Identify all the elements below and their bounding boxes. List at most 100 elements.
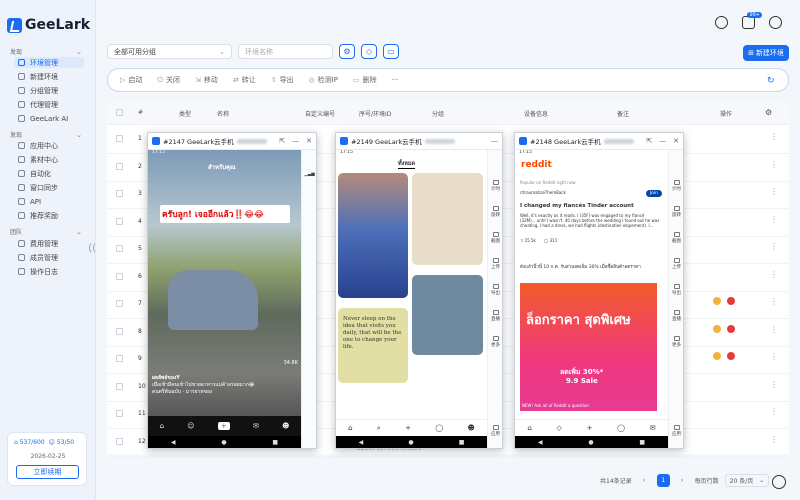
create-icon[interactable]: + xyxy=(217,422,230,430)
env-name-input[interactable]: 环境名称 xyxy=(238,44,333,59)
sidebar-item-new-env[interactable]: 新建环境 xyxy=(14,71,84,82)
brand-logo[interactable]: GeeLark xyxy=(7,17,90,33)
row-checkbox[interactable] xyxy=(116,272,123,280)
chat-icon[interactable]: ◯ xyxy=(617,424,625,432)
start-action[interactable]: ▷ 启动 xyxy=(120,75,142,85)
profile-icon[interactable]: ☻ xyxy=(468,424,475,432)
feed-tab[interactable]: สำหรับคุณ xyxy=(208,162,236,172)
row-menu-icon[interactable]: ⋮ xyxy=(770,160,778,169)
close-icon[interactable]: ✕ xyxy=(673,137,679,145)
search-icon[interactable]: ⌕ xyxy=(377,424,381,433)
sidebar-item-api[interactable]: API xyxy=(14,196,84,207)
inbox-icon[interactable]: ✉ xyxy=(650,424,656,432)
select-all-checkbox[interactable] xyxy=(116,109,123,116)
table-settings-icon[interactable]: ⚙ xyxy=(765,108,772,117)
more-control[interactable]: 更多 xyxy=(669,336,683,348)
home-button-icon[interactable]: ● xyxy=(221,439,226,446)
filter-settings-icon[interactable]: ⚙ xyxy=(339,44,355,59)
row-checkbox[interactable] xyxy=(116,300,123,307)
video-author[interactable]: ผลลัพธ์ของY xyxy=(152,375,292,382)
new-env-button[interactable]: ⊞ 新建环境 xyxy=(743,45,789,61)
vote-count[interactable]: ⇧ 15.5k xyxy=(520,238,536,243)
prev-page-icon[interactable]: ‹ xyxy=(638,474,651,487)
page-button[interactable]: 1 xyxy=(656,474,670,487)
stop-action[interactable]: ⏻ 关闭 xyxy=(157,75,180,85)
create-icon[interactable]: + xyxy=(405,424,411,432)
phone-screen[interactable]: 17:15 สำหรับคุณ ครับลูก! เจออีกแล้ว‼️😂😂 … xyxy=(148,150,301,448)
collapse-sidebar-icon[interactable]: ⟨⟨ xyxy=(88,243,96,254)
start-device-icon[interactable] xyxy=(713,324,721,333)
feed-tab-all[interactable]: ทั้งหมด xyxy=(398,160,416,169)
row-checkbox[interactable] xyxy=(116,135,123,142)
row-menu-icon[interactable]: ⋮ xyxy=(770,380,778,389)
row-checkbox[interactable] xyxy=(116,162,123,170)
delete-action[interactable]: ▭ 删除 xyxy=(353,75,377,85)
back-icon[interactable]: ◀ xyxy=(538,439,543,446)
reddit-logo[interactable]: reddit xyxy=(521,160,552,170)
tag-icon[interactable]: ◇ xyxy=(361,44,377,59)
back-icon[interactable]: ◀ xyxy=(171,439,176,446)
start-device-icon[interactable] xyxy=(713,352,721,360)
back-icon[interactable]: ◀ xyxy=(359,439,364,446)
home-icon[interactable]: ⌂ xyxy=(527,424,531,432)
ad-banner[interactable]: ล็อกราคา สุดพิเศษ ลดเพิ่ม 30%* 9.9 Sale … xyxy=(520,283,657,411)
row-checkbox[interactable] xyxy=(116,437,123,445)
row-checkbox[interactable] xyxy=(116,410,123,417)
apps-control[interactable]: 应用 xyxy=(488,425,502,437)
nav-section-discover[interactable]: 发现 ⌄ xyxy=(10,47,82,57)
row-menu-icon[interactable]: ⋮ xyxy=(770,187,778,196)
answers-icon[interactable]: ◇ xyxy=(557,424,562,432)
upload-control[interactable]: 上传 xyxy=(669,258,683,270)
row-menu-icon[interactable]: ⋮ xyxy=(770,352,778,361)
export-control[interactable]: 导出 xyxy=(669,284,683,296)
minimize-icon[interactable]: — xyxy=(491,137,498,145)
pin-quote[interactable]: Never sleep on the idea that visits you … xyxy=(338,308,408,383)
trash-icon[interactable]: ▭ xyxy=(383,44,399,59)
sidebar-item-proxy[interactable]: 代理管理 xyxy=(14,99,84,110)
move-action[interactable]: ⇲ 移动 xyxy=(195,75,218,85)
sidebar-item-members[interactable]: 成员管理 xyxy=(14,252,84,263)
live-control[interactable]: 直播 xyxy=(488,310,502,322)
live-control[interactable]: 直播 xyxy=(669,310,683,322)
row-menu-icon[interactable]: ⋮ xyxy=(770,132,778,141)
recents-icon[interactable]: ■ xyxy=(459,439,465,446)
check-ip-action[interactable]: ◎ 检测IP xyxy=(309,75,338,85)
sidebar-item-window-sync[interactable]: 窗口同步 xyxy=(14,182,84,193)
assistant-icon[interactable] xyxy=(772,475,786,489)
upload-control[interactable]: 上传 xyxy=(488,258,502,270)
export-action[interactable]: ⇧ 导出 xyxy=(271,75,294,85)
phone-window-2147[interactable]: #2147 GeeLark云手机 ⇱ — ✕ 17:15 สำหรับคุณ ครั… xyxy=(147,132,317,449)
phone-window-2149[interactable]: #2149 GeeLark云手机 — 17:15 ทั้งหมด Never s… xyxy=(335,132,503,449)
row-checkbox[interactable] xyxy=(116,327,123,335)
subreddit-name[interactable]: r/traumatizeThemBack xyxy=(520,190,566,195)
home-icon[interactable]: ⌂ xyxy=(160,422,164,430)
pin-icon[interactable]: ⇱ xyxy=(646,137,652,145)
recents-icon[interactable]: ■ xyxy=(272,439,278,446)
friends-icon[interactable]: ☺ xyxy=(187,422,194,430)
timer-control[interactable]: 计时 xyxy=(488,180,502,192)
phone-titlebar[interactable]: #2147 GeeLark云手机 ⇱ — ✕ xyxy=(148,133,316,150)
sidebar-item-logs[interactable]: 操作日志 xyxy=(14,266,84,277)
col-name[interactable]: 名称 xyxy=(217,109,229,118)
video-music[interactable]: ดนตรีต้นฉบับ · มารยาทของ xyxy=(152,389,292,396)
row-menu-icon[interactable]: ⋮ xyxy=(770,407,778,416)
phone-screen[interactable]: 17:15 ทั้งหมด Never sleep on the idea th… xyxy=(336,150,487,448)
close-icon[interactable]: ✕ xyxy=(306,137,312,145)
screenshot-control[interactable]: 截图 xyxy=(488,232,502,244)
timer-control[interactable]: 计时 xyxy=(669,180,683,192)
row-menu-icon[interactable]: ⋮ xyxy=(770,297,778,306)
page-size-select[interactable]: 20 条/页 ⌄ xyxy=(724,474,770,487)
row-menu-icon[interactable]: ⋮ xyxy=(770,242,778,251)
start-device-icon[interactable] xyxy=(713,297,721,305)
group-select[interactable]: 全部可用分组 ⌄ xyxy=(107,44,232,59)
col-serial-id[interactable]: 序号/环境ID xyxy=(359,109,391,118)
create-icon[interactable]: + xyxy=(587,424,593,432)
chat-icon[interactable]: ◯ xyxy=(435,424,443,432)
post-title[interactable]: I changed my fiancés Tinder account xyxy=(520,203,660,209)
join-button[interactable]: Join xyxy=(645,190,662,197)
row-menu-icon[interactable]: ⋮ xyxy=(770,215,778,224)
export-control[interactable]: 导出 xyxy=(488,284,502,296)
rotate-control[interactable]: 旋转 xyxy=(669,206,683,218)
phone-screen[interactable]: 17:15 reddit Popular on Reddit right now… xyxy=(515,150,668,448)
profile-icon[interactable]: ☻ xyxy=(282,422,289,430)
